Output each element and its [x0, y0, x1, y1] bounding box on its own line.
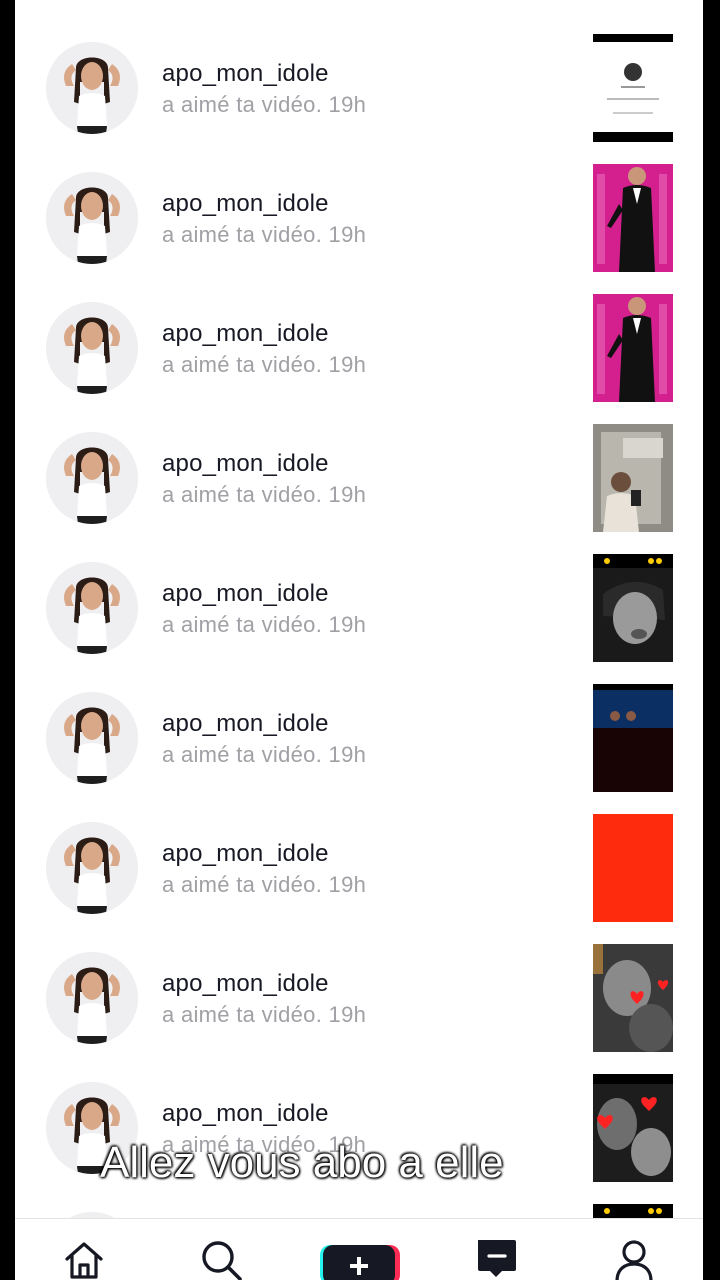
- video-thumbnail[interactable]: [593, 944, 673, 1052]
- notification-action: a aimé ta vidéo.: [162, 482, 323, 507]
- video-thumbnail[interactable]: [593, 34, 673, 142]
- notification-list[interactable]: apo_mon_idole a aimé ta vidéo. 19h apo_mon…: [15, 0, 703, 1218]
- notification-action-text: a aimé ta vidéo. 19h: [162, 872, 366, 898]
- notification-action-text: a aimé ta vidéo. 19h: [162, 1002, 366, 1028]
- notification-action: a aimé ta vidéo.: [162, 1002, 323, 1027]
- inbox-icon: [478, 1240, 516, 1277]
- tab-profile[interactable]: [609, 1237, 659, 1280]
- video-thumbnail[interactable]: [593, 554, 673, 662]
- video-thumbnail[interactable]: [593, 424, 673, 532]
- notification-row[interactable]: apo_mon_idolea aimé ta vidéo. 19h: [15, 424, 703, 554]
- notification-username[interactable]: apo_mon_idole: [162, 60, 329, 88]
- avatar[interactable]: [46, 692, 138, 784]
- notification-action-text: a aimé ta vidéo. 19h: [162, 222, 366, 248]
- video-thumbnail[interactable]: [593, 814, 673, 922]
- notification-time: 19h: [328, 482, 367, 507]
- notification-row[interactable]: apo_mon_idolea aimé ta vidéo. 19h: [15, 554, 703, 684]
- avatar[interactable]: [46, 562, 138, 654]
- video-thumbnail[interactable]: [593, 164, 673, 272]
- notification-username[interactable]: apo_mon_idole: [162, 580, 329, 608]
- notification-action-text: a aimé ta vidéo. 19h: [162, 352, 366, 378]
- notification-username[interactable]: apo_mon_idole: [162, 190, 329, 218]
- notification-row-partial[interactable]: [15, 1204, 703, 1218]
- avatar[interactable]: [46, 42, 138, 134]
- notification-time: 19h: [328, 352, 367, 377]
- bottom-tab-bar: [15, 1219, 703, 1280]
- notification-time: 19h: [328, 1002, 367, 1027]
- notification-username[interactable]: apo_mon_idole: [162, 1100, 329, 1128]
- video-thumbnail[interactable]: [593, 294, 673, 402]
- tab-search[interactable]: [196, 1237, 246, 1280]
- video-thumbnail[interactable]: [593, 1204, 673, 1218]
- notification-action: a aimé ta vidéo.: [162, 612, 323, 637]
- avatar[interactable]: [46, 172, 138, 264]
- notification-row[interactable]: apo_mon_idolea aimé ta vidéo. 19h: [15, 34, 703, 164]
- notifications-screen: apo_mon_idole a aimé ta vidéo. 19h apo_mon…: [15, 0, 703, 1280]
- notification-username[interactable]: apo_mon_idole: [162, 840, 329, 868]
- notification-action: a aimé ta vidéo.: [162, 92, 323, 117]
- video-thumbnail[interactable]: [593, 684, 673, 792]
- notification-row[interactable]: apo_mon_idolea aimé ta vidéo. 19h: [15, 294, 703, 424]
- notification-time: 19h: [328, 222, 367, 247]
- profile-icon: [615, 1240, 653, 1280]
- notification-action-text: a aimé ta vidéo. 19h: [162, 742, 366, 768]
- notification-time: 19h: [328, 742, 367, 767]
- avatar[interactable]: [46, 952, 138, 1044]
- notification-action: a aimé ta vidéo.: [162, 742, 323, 767]
- search-icon: [202, 1241, 242, 1280]
- notification-time: 19h: [328, 92, 367, 117]
- video-thumbnail[interactable]: [593, 1074, 673, 1182]
- notification-row[interactable]: apo_mon_idolea aimé ta vidéo. 19h: [15, 164, 703, 294]
- notification-row[interactable]: apo_mon_idolea aimé ta vidéo. 19h: [15, 814, 703, 944]
- notification-action: a aimé ta vidéo.: [162, 352, 323, 377]
- notification-row[interactable]: apo_mon_idolea aimé ta vidéo. 19h: [15, 684, 703, 814]
- notification-action-text: a aimé ta vidéo. 19h: [162, 482, 366, 508]
- notification-username[interactable]: apo_mon_idole: [162, 450, 329, 478]
- notification-time: 19h: [328, 872, 367, 897]
- avatar[interactable]: [46, 302, 138, 394]
- notification-row[interactable]: apo_mon_idolea aimé ta vidéo. 19h: [15, 944, 703, 1074]
- avatar[interactable]: [46, 432, 138, 524]
- tab-inbox[interactable]: [472, 1237, 522, 1280]
- notification-action: a aimé ta vidéo.: [162, 872, 323, 897]
- notification-username[interactable]: apo_mon_idole: [162, 320, 329, 348]
- tab-create[interactable]: [318, 1237, 400, 1280]
- create-plus-icon: [320, 1245, 400, 1280]
- notification-time: 19h: [328, 612, 367, 637]
- tab-home[interactable]: [59, 1237, 109, 1280]
- notification-action: a aimé ta vidéo.: [162, 222, 323, 247]
- notification-username[interactable]: apo_mon_idole: [162, 970, 329, 998]
- notification-action-text: a aimé ta vidéo. 19h: [162, 612, 366, 638]
- notification-username[interactable]: apo_mon_idole: [162, 710, 329, 738]
- avatar[interactable]: [46, 822, 138, 914]
- home-icon: [65, 1242, 103, 1279]
- video-caption-overlay: Allez vous abo a elle: [100, 1138, 504, 1187]
- notification-action-text: a aimé ta vidéo. 19h: [162, 92, 366, 118]
